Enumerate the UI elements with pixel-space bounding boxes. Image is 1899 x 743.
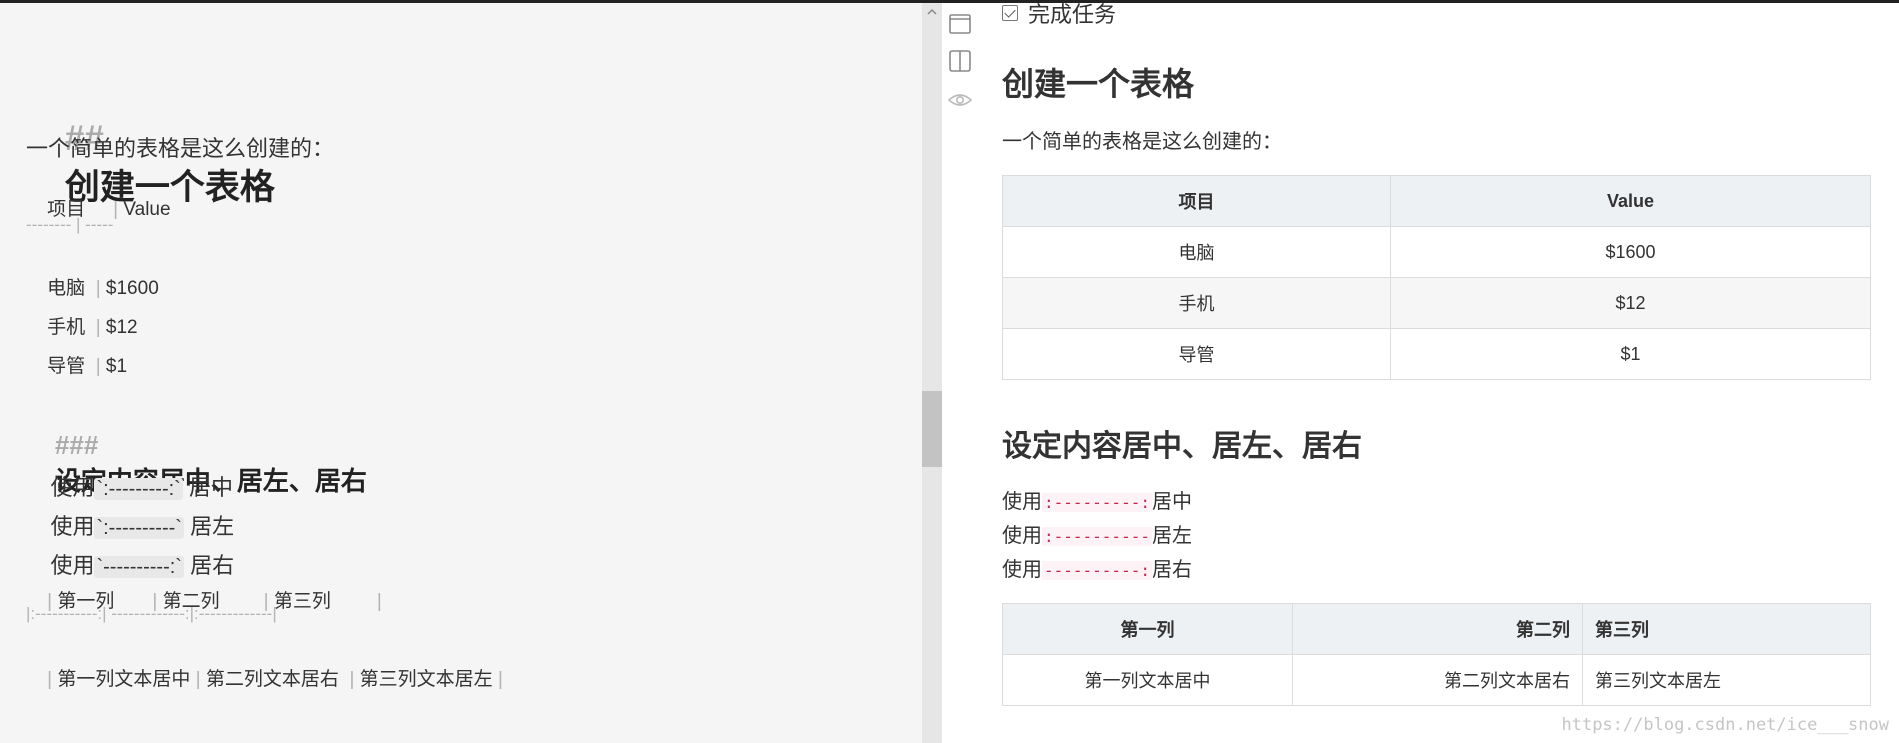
table-header-cell: Value: [1390, 175, 1871, 227]
split-view-icon[interactable]: [946, 47, 974, 75]
inline-code: :----------: [1042, 527, 1152, 546]
inline-code: ----------:: [1042, 561, 1152, 580]
pipe: |: [349, 669, 355, 690]
table-row: 第一列文本居中 第二列文本居右 第三列文本居左: [1002, 654, 1871, 706]
table-cell: 第二列文本居右: [1292, 654, 1583, 706]
usage-prefix: 使用: [1002, 559, 1042, 581]
preview-intro: 一个简单的表格是这么创建的：: [1002, 131, 1282, 153]
editor-table-line: 导管 | $1: [26, 329, 127, 400]
table-cell: 手机: [1002, 277, 1391, 329]
markdown-editor[interactable]: ## 创建一个表格 一个简单的表格是这么创建的： 项目 | Value -----…: [0, 3, 922, 743]
editor-intro: 一个简单的表格是这么创建的：: [26, 136, 335, 161]
editor-scrollbar[interactable]: [922, 3, 942, 743]
table-cell: $1600: [1390, 226, 1871, 278]
col-header: 第三列: [273, 591, 331, 612]
preview-h2: 创建一个表格: [1002, 66, 1195, 102]
editor-table-separator: -------- | -----: [26, 215, 114, 234]
preview-usage-line: 使用 ----------: 居右: [1002, 553, 1192, 582]
table-row: 电脑 $1600: [1002, 226, 1871, 278]
preview-table-2: 第一列 第二列 第三列 第一列文本居中 第二列文本居右 第三列文本居左: [1002, 603, 1871, 706]
preview-eye-icon[interactable]: [946, 86, 974, 114]
pipe: |: [195, 669, 201, 690]
preview-usage-line: 使用:---------: 居中: [1002, 485, 1192, 514]
preview-table-1: 项目 Value 电脑 $1600 手机 $12 导管 $1: [1002, 175, 1871, 380]
pipe: |: [497, 669, 503, 690]
editor-scrollbar-thumb[interactable]: [922, 391, 942, 467]
cell-a: 导管: [47, 356, 86, 377]
watermark: https://blog.csdn.net/ice___snow: [1561, 715, 1889, 735]
table-header-row: 第一列 第二列 第三列: [1002, 603, 1871, 655]
usage-prefix: 使用: [1002, 491, 1042, 513]
table-row: 导管 $1: [1002, 328, 1871, 380]
table-header-cell: 第二列: [1292, 603, 1583, 655]
table-cell: 电脑: [1002, 226, 1391, 278]
table-header-cell: 第一列: [1002, 603, 1293, 655]
single-column-icon[interactable]: [946, 10, 974, 38]
scroll-up-arrow-icon[interactable]: [926, 7, 938, 17]
usage-suffix: 居右: [1151, 559, 1192, 581]
editor-align-separator: |:-----------:| -------------:|:--------…: [26, 604, 277, 623]
usage-suffix: 居中: [1151, 491, 1192, 513]
table-header-row: 项目 Value: [1002, 175, 1871, 227]
row-cell: 第一列文本居中: [57, 669, 191, 690]
table-cell: 导管: [1002, 328, 1391, 380]
table-cell: 第一列文本居中: [1002, 654, 1293, 706]
row-cell: 第二列文本居右: [205, 669, 339, 690]
row-cell: 第三列文本居左: [359, 669, 493, 690]
task-list-item: 完成任务: [1002, 0, 1116, 29]
usage-suffix: 居左: [1151, 525, 1192, 547]
usage-prefix: 使用: [1002, 525, 1042, 547]
editor-align-row-line: | 第一列文本居中 | 第二列文本居右 | 第三列文本居左 |: [26, 642, 503, 713]
cell-b: Value: [123, 199, 171, 220]
table-row: 手机 $12: [1002, 277, 1871, 329]
pipe: |: [47, 669, 53, 690]
markdown-preview: 完成任务 创建一个表格 一个简单的表格是这么创建的： 项目 Value 电脑 $…: [942, 0, 1899, 743]
pipe: |: [95, 356, 101, 377]
editor-align-header-line: | 第一列 | 第二列 | 第三列 |: [26, 564, 382, 635]
inline-code: :---------:: [1042, 493, 1152, 512]
preview-usage-line: 使用:---------- 居左: [1002, 519, 1192, 548]
checkbox-checked-icon[interactable]: [1002, 5, 1018, 21]
table-header-cell: 第三列: [1582, 603, 1871, 655]
cell-b: $1: [105, 356, 128, 377]
table-cell: $12: [1390, 277, 1871, 329]
table-cell: $1: [1390, 328, 1871, 380]
pipe: |: [113, 199, 119, 220]
task-label: 完成任务: [1028, 2, 1117, 27]
table-header-cell: 项目: [1002, 175, 1391, 227]
pipe: |: [376, 591, 382, 612]
preview-h3: 设定内容居中、居左、居右: [1002, 430, 1362, 463]
table-cell: 第三列文本居左: [1582, 654, 1871, 706]
